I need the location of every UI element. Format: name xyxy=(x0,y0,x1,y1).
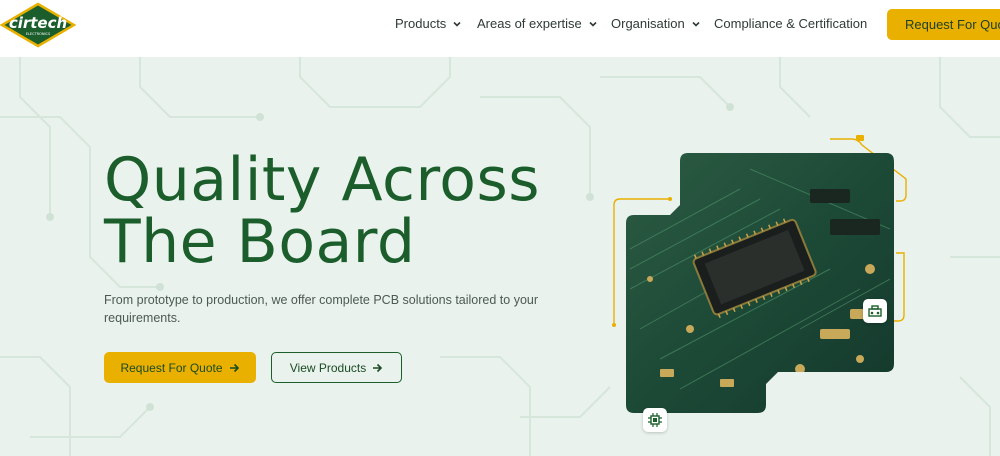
hero-subtitle: From prototype to production, we offer c… xyxy=(104,293,539,325)
header-request-quote-button[interactable]: Request For Quote xyxy=(887,9,1000,40)
request-quote-button[interactable]: Request For Quote xyxy=(104,352,256,383)
nav-label: Organisation xyxy=(611,16,685,31)
hero-title: Quality Across The Board xyxy=(104,149,540,273)
nav-label: Areas of expertise xyxy=(477,16,582,31)
arrow-right-icon xyxy=(229,363,239,372)
svg-text:cirtech: cirtech xyxy=(9,14,67,32)
chevron-down-icon xyxy=(453,21,461,27)
pcb-image xyxy=(612,135,907,413)
nav-compliance-certification[interactable]: Compliance & Certification xyxy=(714,16,867,31)
hero-section: Quality Across The Board From prototype … xyxy=(0,57,1000,456)
site-header: cirtech ELECTRONICS Products Areas of ex… xyxy=(0,0,1000,57)
hero-title-line2: The Board xyxy=(104,207,416,277)
header-cta-label: Request For Quote xyxy=(905,17,1000,32)
nav-areas-of-expertise[interactable]: Areas of expertise xyxy=(477,16,598,31)
pcb-illustration xyxy=(600,129,920,432)
chip-icon xyxy=(648,413,662,427)
arrow-right-icon xyxy=(373,363,383,372)
hero-title-line1: Quality Across xyxy=(104,145,541,215)
nav-organisation[interactable]: Organisation xyxy=(611,16,701,31)
machine-badge xyxy=(863,299,887,323)
cirtech-logo[interactable]: cirtech ELECTRONICS xyxy=(0,2,76,48)
nav-products[interactable]: Products xyxy=(395,16,462,31)
chevron-down-icon xyxy=(692,21,700,27)
nav-label: Products xyxy=(395,16,447,31)
nav-label: Compliance & Certification xyxy=(714,16,868,31)
chevron-down-icon xyxy=(589,21,597,27)
svg-text:ELECTRONICS: ELECTRONICS xyxy=(26,32,51,36)
view-products-label: View Products xyxy=(289,360,367,375)
chip-badge xyxy=(643,408,667,432)
machine-icon xyxy=(868,305,882,317)
view-products-button[interactable]: View Products xyxy=(271,352,402,383)
request-quote-label: Request For Quote xyxy=(120,360,223,375)
